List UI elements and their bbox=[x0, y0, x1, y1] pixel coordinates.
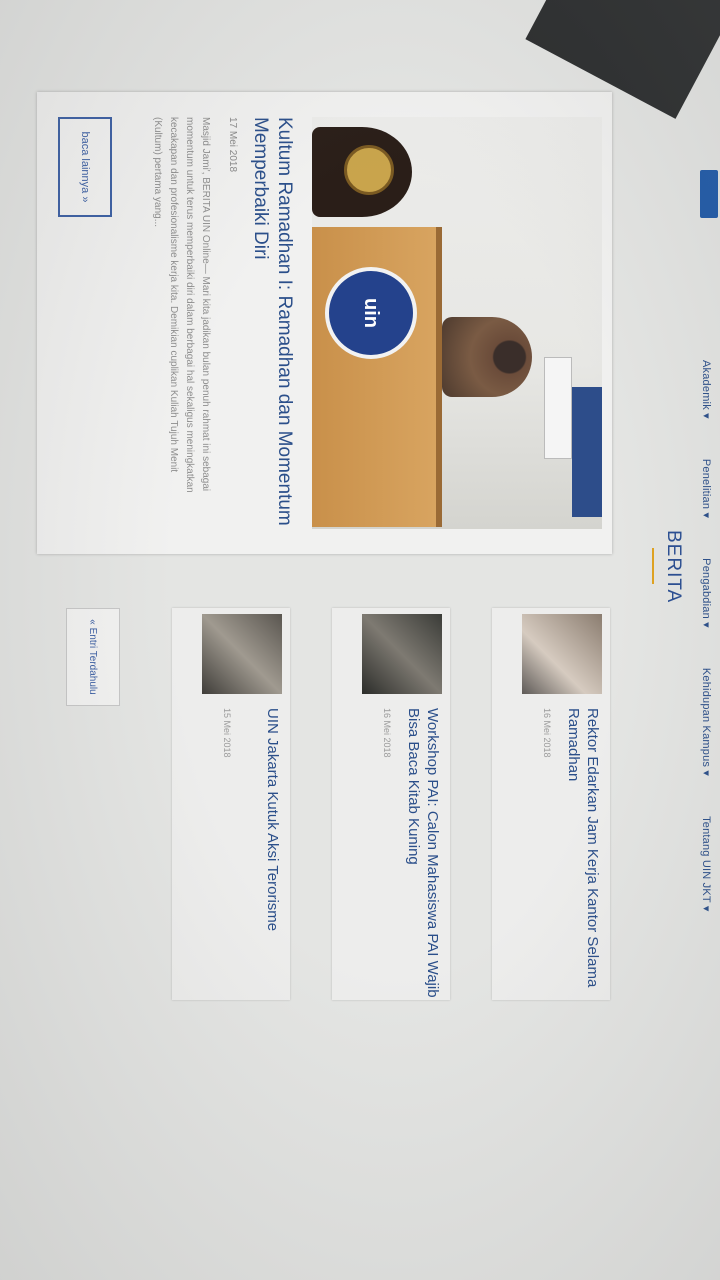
nav-item-penelitian[interactable]: Penelitian ▾ bbox=[701, 459, 714, 518]
list-item[interactable]: UIN Jakarta Kutuk Aksi Terorisme 15 Mei … bbox=[172, 608, 290, 1000]
news-title[interactable]: Workshop PAI: Calon Mahasiswa PAI Wajib … bbox=[404, 708, 442, 998]
list-item[interactable]: Rektor Edarkan Jam Kerja Kantor Selama R… bbox=[492, 608, 610, 1000]
featured-news-excerpt: Masjid Jami', BERITA UIN Online— Mari ki… bbox=[152, 117, 211, 493]
news-thumbnail[interactable] bbox=[362, 614, 442, 694]
nav-item-akademik[interactable]: Akademik ▾ bbox=[701, 360, 714, 419]
news-date: 16 Mei 2018 bbox=[382, 708, 392, 758]
featured-news-body: Kultum Ramadhan I: Ramadhan dan Momentum… bbox=[149, 117, 304, 529]
rotated-screen: Akademik ▾ Penelitian ▾ Pengabdian ▾ Keh… bbox=[0, 0, 720, 1280]
photo-speaker bbox=[442, 317, 532, 397]
news-title[interactable]: UIN Jakarta Kutuk Aksi Terorisme bbox=[263, 708, 282, 998]
top-navigation: Akademik ▾ Penelitian ▾ Pengabdian ▾ Keh… bbox=[694, 0, 720, 1280]
featured-news-date: 17 Mei 2018 bbox=[227, 117, 238, 173]
clock-icon bbox=[344, 145, 394, 195]
list-item[interactable]: Workshop PAI: Calon Mahasiswa PAI Wajib … bbox=[332, 608, 450, 1000]
site-logo-badge[interactable] bbox=[700, 170, 718, 218]
nav-item-tentang[interactable]: Tentang UIN JKT ▾ bbox=[701, 816, 714, 912]
featured-news-photo[interactable]: uin bbox=[312, 117, 602, 529]
news-date: 15 Mei 2018 bbox=[222, 708, 232, 758]
news-title[interactable]: Rektor Edarkan Jam Kerja Kantor Selama R… bbox=[564, 708, 602, 998]
featured-news-card[interactable]: uin Kultum Ramadhan I: Ramadhan dan Mome… bbox=[37, 92, 612, 554]
news-date: 16 Mei 2018 bbox=[542, 708, 552, 758]
nav-item-kehidupan-kampus[interactable]: Kehidupan Kampus ▾ bbox=[701, 668, 714, 776]
section-title: BERITA bbox=[663, 530, 684, 604]
news-thumbnail[interactable] bbox=[202, 614, 282, 694]
photo-banner bbox=[572, 387, 602, 517]
earlier-entries-button[interactable]: « Entri Terdahulu bbox=[66, 608, 120, 706]
nav-item-pengabdian[interactable]: Pengabdian ▾ bbox=[701, 558, 714, 628]
news-thumbnail[interactable] bbox=[522, 614, 602, 694]
featured-news-title[interactable]: Kultum Ramadhan I: Ramadhan dan Momentum… bbox=[248, 117, 296, 529]
read-more-button[interactable]: baca lainnya » bbox=[58, 117, 112, 217]
photo-air-conditioner bbox=[544, 357, 572, 459]
title-underline bbox=[652, 548, 654, 584]
news-list: Rektor Edarkan Jam Kerja Kantor Selama R… bbox=[130, 608, 610, 1048]
uin-logo-icon: uin bbox=[325, 267, 417, 359]
